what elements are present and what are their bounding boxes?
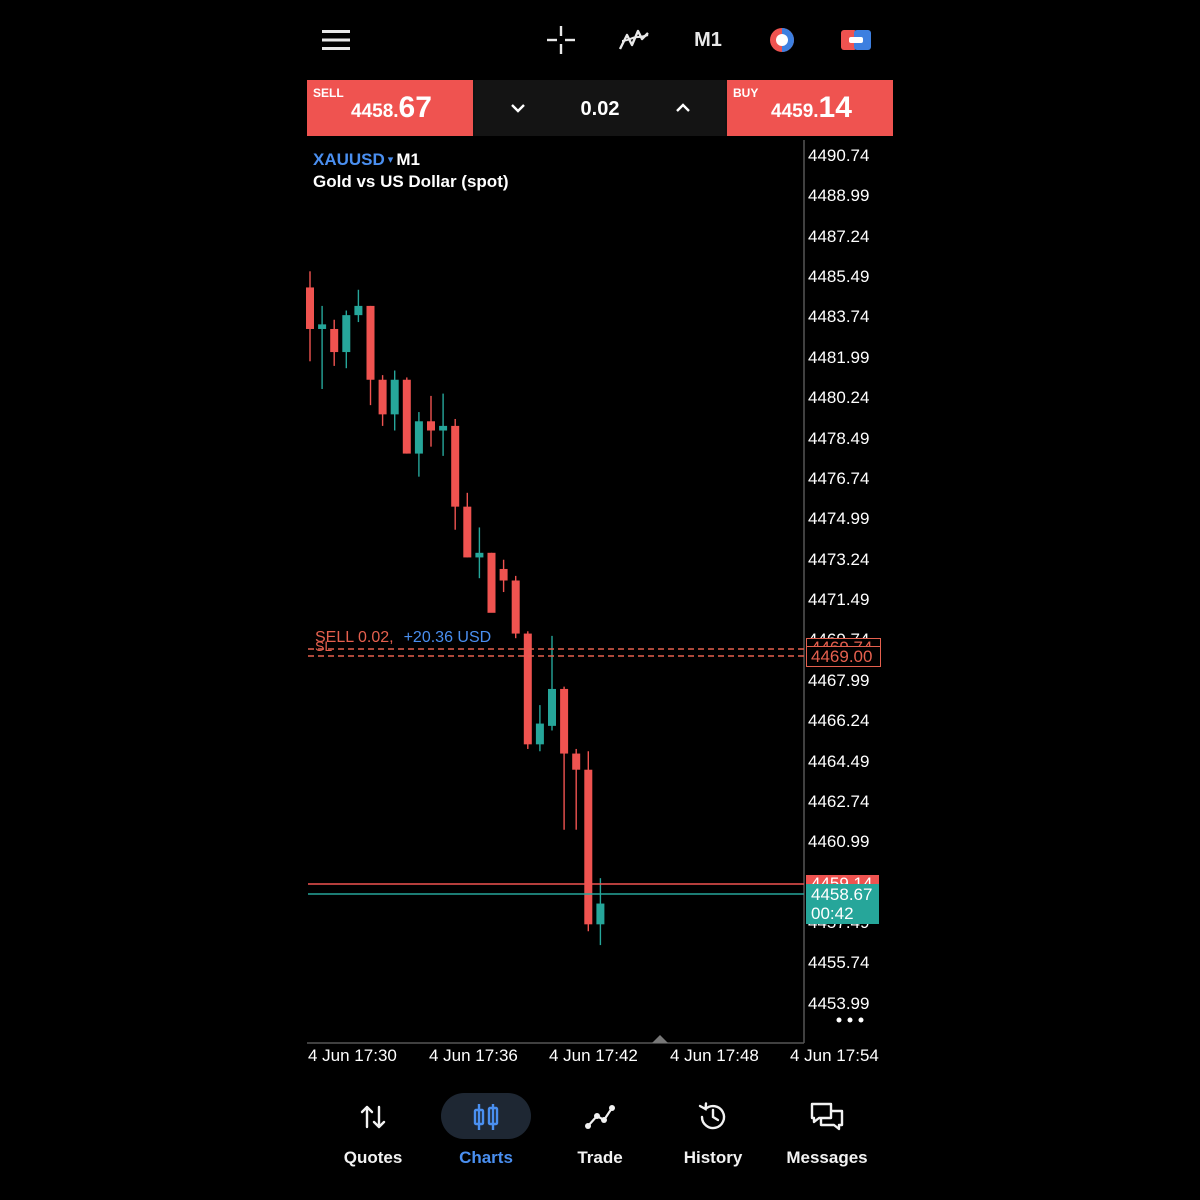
time-axis-label: 4 Jun 17:54 xyxy=(790,1046,879,1065)
price-axis-label: 4453.99 xyxy=(808,994,870,1013)
time-axis-label: 4 Jun 17:48 xyxy=(670,1046,759,1065)
price-axis-label: 4471.49 xyxy=(808,590,870,609)
nav-messages-label: Messages xyxy=(786,1148,868,1167)
more-dots-icon[interactable] xyxy=(834,1012,866,1028)
price-axis-label: 4485.49 xyxy=(808,267,870,286)
price-axis-label: 4480.24 xyxy=(808,388,870,407)
candle-body xyxy=(475,552,484,558)
symbol-header[interactable]: XAUUSD ▾ M1 xyxy=(313,150,420,170)
bid-price-value: 4458.67 xyxy=(811,885,873,904)
candle-body xyxy=(378,379,387,415)
price-axis-label: 4460.99 xyxy=(808,832,870,851)
candle-body xyxy=(342,315,351,353)
candle-body xyxy=(330,328,339,353)
nav-charts-label: Charts xyxy=(459,1148,513,1167)
price-axis-label: 4481.99 xyxy=(808,348,870,367)
price-axis-label: 4478.49 xyxy=(808,429,870,448)
scroll-marker xyxy=(652,1035,668,1043)
candle-body xyxy=(560,688,569,754)
nav-charts[interactable]: Charts xyxy=(429,1092,543,1172)
price-axis-label: 4490.74 xyxy=(808,146,870,165)
candle-body xyxy=(414,421,423,454)
candle-body xyxy=(487,552,496,613)
candle-body xyxy=(354,305,363,316)
candle-body xyxy=(535,723,544,745)
bid-price-tag: 4458.67 00:42 xyxy=(806,884,879,924)
candle-body xyxy=(584,769,593,925)
candle-body xyxy=(439,425,448,431)
candle-body xyxy=(451,425,460,507)
nav-history-label: History xyxy=(683,1148,743,1167)
candle-body xyxy=(499,568,508,581)
price-axis-label: 4483.74 xyxy=(808,307,870,326)
quotes-arrows-icon xyxy=(316,1100,430,1134)
candle-body xyxy=(572,753,581,770)
candle-body xyxy=(306,287,314,329)
stop-loss-price-tag[interactable]: 4469.00 xyxy=(806,646,881,667)
price-axis-label: 4467.99 xyxy=(808,671,870,690)
history-clock-icon xyxy=(656,1100,770,1134)
price-axis-label: 4455.74 xyxy=(808,953,870,972)
order-line-label[interactable]: SELL 0.02, +20.36 USD xyxy=(315,629,491,647)
price-axis-label: 4466.24 xyxy=(808,711,870,730)
nav-quotes[interactable]: Quotes xyxy=(316,1092,430,1172)
candle-body xyxy=(511,580,520,634)
time-axis-label: 4 Jun 17:36 xyxy=(429,1046,518,1065)
symbol-timeframe: M1 xyxy=(396,150,420,169)
candle-body xyxy=(366,305,375,380)
price-axis-label: 4487.24 xyxy=(808,227,870,246)
nav-history[interactable]: History xyxy=(656,1092,770,1172)
price-axis-label: 4488.99 xyxy=(808,186,870,205)
nav-trade-label: Trade xyxy=(577,1148,623,1167)
candle-body xyxy=(596,903,605,925)
candle-body xyxy=(318,324,327,329)
candle-body xyxy=(463,506,472,558)
symbol-description: Gold vs US Dollar (spot) xyxy=(313,172,509,191)
price-axis-label: 4474.99 xyxy=(808,509,870,528)
candle-body xyxy=(402,379,411,454)
time-axis-label: 4 Jun 17:42 xyxy=(549,1046,638,1065)
candle-body xyxy=(427,421,435,431)
charts-candles-icon xyxy=(429,1100,543,1134)
nav-quotes-label: Quotes xyxy=(343,1148,403,1167)
price-axis-label: 4473.24 xyxy=(808,550,870,569)
time-axis-label: 4 Jun 17:30 xyxy=(308,1046,397,1065)
bar-countdown: 00:42 xyxy=(811,904,854,923)
price-chart[interactable] xyxy=(0,0,1200,1200)
candle-body xyxy=(548,688,556,726)
price-axis-label: 4476.74 xyxy=(808,469,870,488)
order-profit: +20.36 USD xyxy=(403,629,492,646)
symbol-name[interactable]: XAUUSD xyxy=(313,150,385,169)
trade-line-icon xyxy=(543,1100,657,1134)
nav-trade[interactable]: Trade xyxy=(543,1092,657,1172)
price-axis-label: 4464.49 xyxy=(808,752,870,771)
candle-body xyxy=(390,379,399,415)
candles-group xyxy=(306,271,605,946)
nav-messages[interactable]: Messages xyxy=(770,1092,884,1172)
symbol-caret-icon: ▾ xyxy=(387,154,394,166)
sl-label: SL xyxy=(315,638,333,654)
price-axis-label: 4462.74 xyxy=(808,792,870,811)
messages-bubbles-icon xyxy=(770,1100,884,1134)
candle-body xyxy=(523,633,532,745)
